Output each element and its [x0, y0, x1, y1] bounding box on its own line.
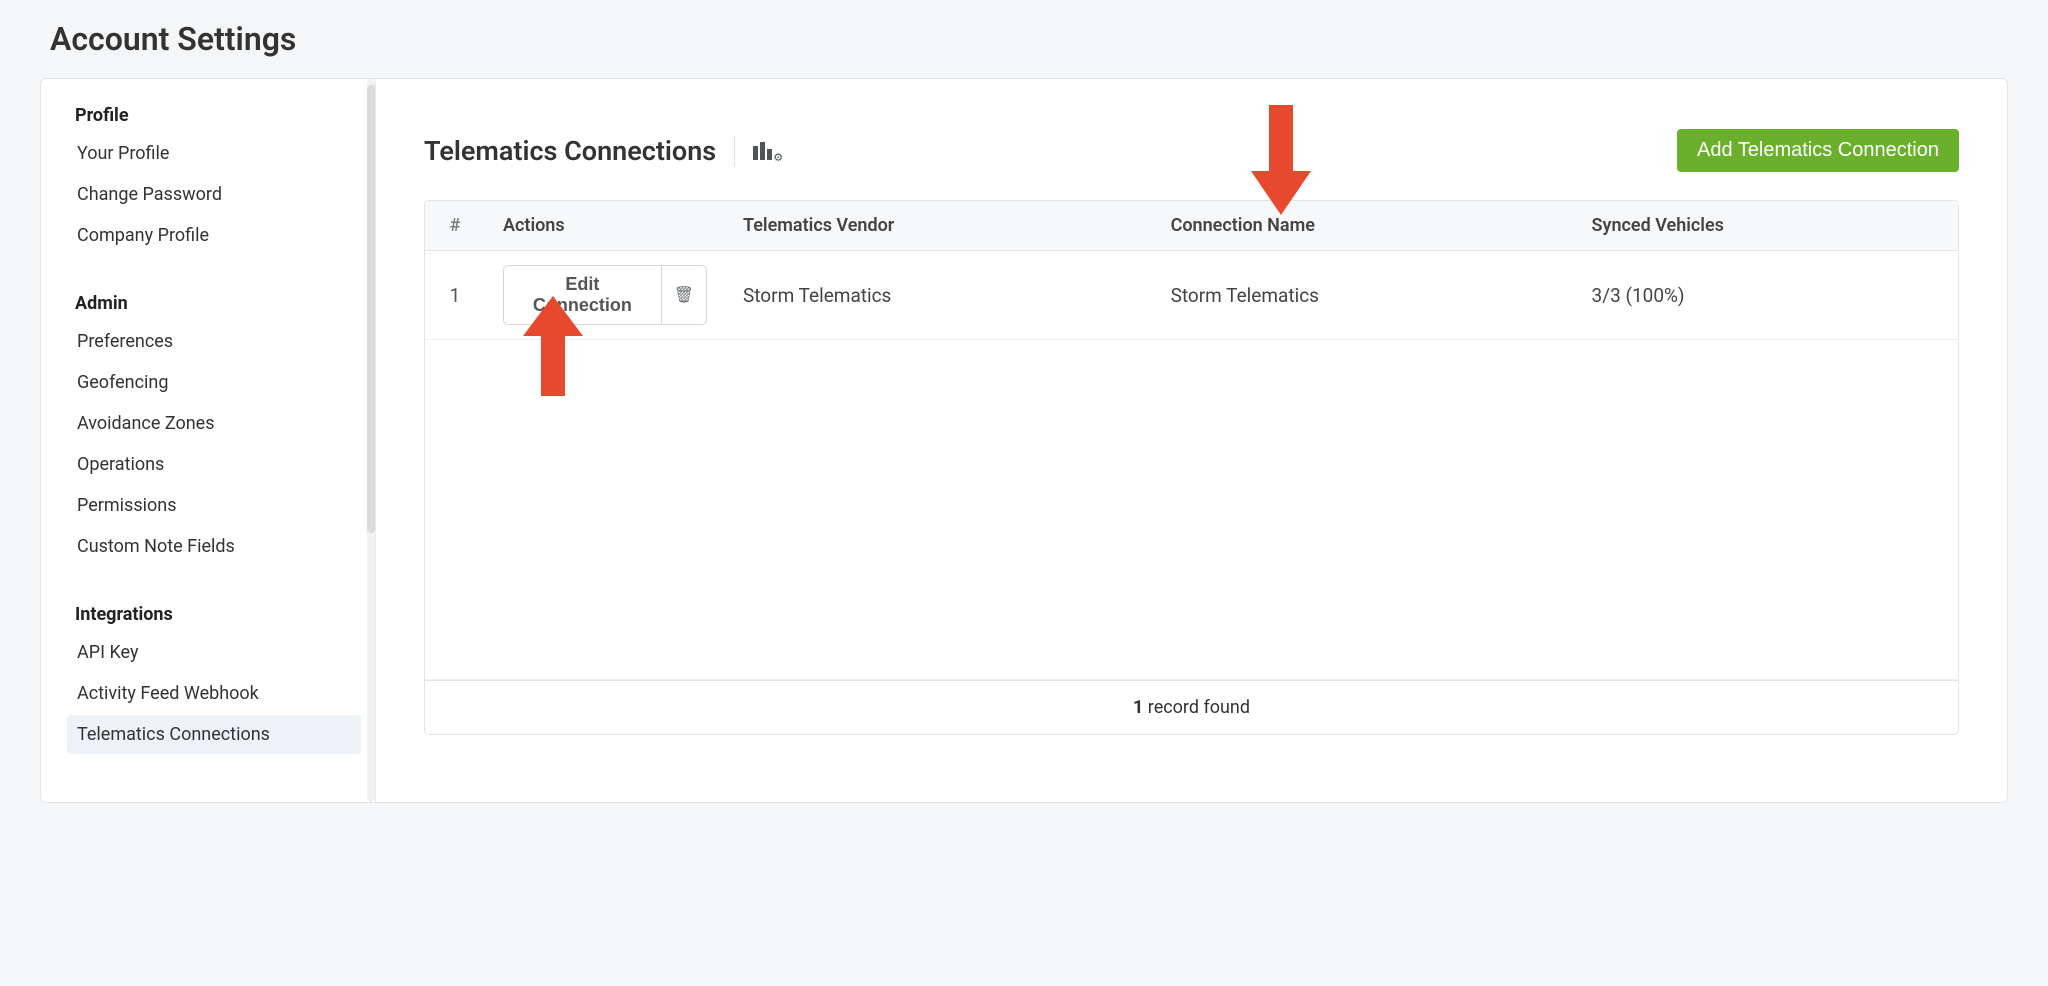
column-settings-icon[interactable]: ⚙: [753, 142, 784, 160]
sidebar-item-activity-feed-webhook[interactable]: Activity Feed Webhook: [67, 674, 361, 713]
connections-table: # Actions Telematics Vendor Connection N…: [425, 201, 1958, 680]
sidebar-item-telematics-connections[interactable]: Telematics Connections: [67, 715, 361, 754]
sidebar-item-company-profile[interactable]: Company Profile: [67, 216, 361, 255]
cell-vendor: Storm Telematics: [725, 251, 1153, 340]
col-header-name: Connection Name: [1153, 201, 1574, 251]
sidebar-scrollbar[interactable]: [367, 79, 375, 802]
main-content: Telematics Connections ⚙ Add Telematics …: [376, 79, 2007, 802]
sidebar-item-operations[interactable]: Operations: [67, 445, 361, 484]
edit-connection-button[interactable]: Edit Connection: [503, 265, 662, 325]
sidebar-item-permissions[interactable]: Permissions: [67, 486, 361, 525]
sidebar-item-api-key[interactable]: API Key: [67, 633, 361, 672]
sidebar-item-change-password[interactable]: Change Password: [67, 175, 361, 214]
cell-number: 1: [425, 251, 485, 340]
delete-connection-button[interactable]: 🗑: [662, 265, 707, 325]
sidebar-item-custom-note-fields[interactable]: Custom Note Fields: [67, 527, 361, 566]
add-telematics-connection-button[interactable]: Add Telematics Connection: [1677, 129, 1959, 172]
cell-synced: 3/3 (100%): [1574, 251, 1958, 340]
col-header-number: #: [425, 201, 485, 251]
trash-icon: 🗑: [674, 285, 694, 305]
col-header-actions: Actions: [485, 201, 725, 251]
sidebar-item-your-profile[interactable]: Your Profile: [67, 134, 361, 173]
gear-icon: ⚙: [773, 151, 783, 164]
record-count: 1: [1133, 697, 1143, 718]
connections-table-card: # Actions Telematics Vendor Connection N…: [424, 200, 1959, 735]
main-title: Telematics Connections: [424, 135, 716, 167]
sidebar-heading-integrations: Integrations: [41, 596, 367, 633]
sidebar-heading-admin: Admin: [41, 285, 367, 322]
sidebar-item-preferences[interactable]: Preferences: [67, 322, 361, 361]
cell-actions: Edit Connection 🗑: [485, 251, 725, 340]
table-row: 1 Edit Connection 🗑 Storm Telematics: [425, 251, 1958, 340]
sidebar: Profile Your Profile Change Password Com…: [41, 79, 376, 802]
title-divider: [734, 136, 735, 166]
page-title: Account Settings: [50, 20, 2008, 58]
sidebar-item-geofencing[interactable]: Geofencing: [67, 363, 361, 402]
sidebar-heading-profile: Profile: [41, 97, 367, 134]
cell-name: Storm Telematics: [1153, 251, 1574, 340]
col-header-synced: Synced Vehicles: [1574, 201, 1958, 251]
col-header-vendor: Telematics Vendor: [725, 201, 1153, 251]
record-text: record found: [1143, 697, 1250, 718]
table-footer: 1 record found: [425, 680, 1958, 734]
settings-panel: Profile Your Profile Change Password Com…: [40, 78, 2008, 803]
sidebar-item-avoidance-zones[interactable]: Avoidance Zones: [67, 404, 361, 443]
sidebar-scrollbar-thumb[interactable]: [367, 85, 375, 533]
